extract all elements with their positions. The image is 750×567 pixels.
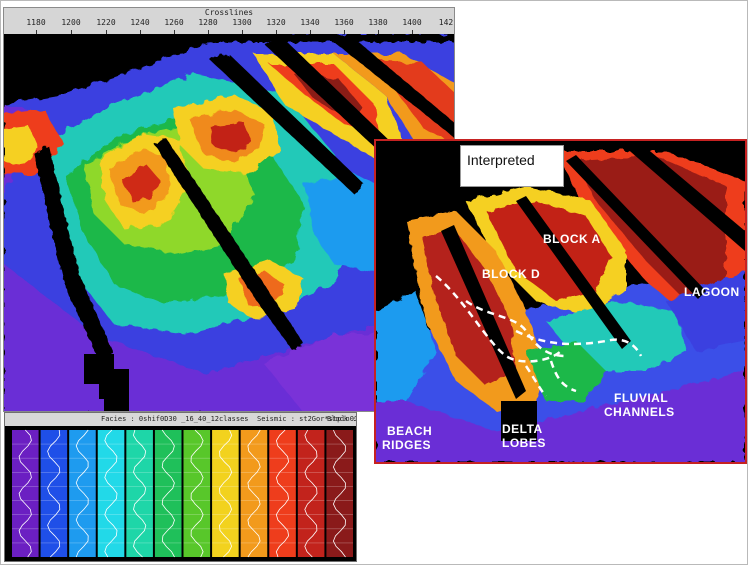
facies-class-strip bbox=[183, 430, 211, 557]
facies-class-strip bbox=[154, 430, 182, 557]
channels-label: CHANNELS bbox=[604, 405, 675, 419]
facies-class-strip bbox=[126, 430, 153, 557]
crossline-tick: 1280 bbox=[198, 18, 218, 27]
interpreted-title: Interpreted bbox=[460, 145, 564, 187]
fluvial-label: FLUVIAL bbox=[614, 391, 669, 405]
crossline-tick: 1400 bbox=[402, 18, 422, 27]
crossline-tick: 1180 bbox=[26, 18, 46, 27]
facies-class-strips bbox=[12, 429, 353, 558]
crossline-tick: 142 bbox=[438, 18, 454, 27]
interpreted-panel bbox=[374, 139, 747, 464]
facies-class-strip bbox=[40, 430, 68, 557]
facies-class-strip bbox=[212, 430, 239, 557]
crossline-tick: 1200 bbox=[61, 18, 81, 27]
crossline-tick: 1220 bbox=[96, 18, 116, 27]
facies-class-strip bbox=[69, 430, 96, 557]
lagoon-label: LAGOON bbox=[684, 285, 740, 299]
crossline-tick: 1320 bbox=[266, 18, 286, 27]
facies-class-strip bbox=[326, 430, 353, 557]
lobes-label: LOBES bbox=[502, 436, 546, 450]
crossline-tick: 1380 bbox=[368, 18, 388, 27]
crossline-axis-bar: Crosslines 1180 1200 1220 1240 1260 1280… bbox=[4, 8, 454, 35]
crossline-tick: 1360 bbox=[334, 18, 354, 27]
crossline-tick: 1300 bbox=[232, 18, 252, 27]
legend-facies-text: Facies : 0shif0D30 _16_40_12classes bbox=[101, 415, 249, 423]
crossline-tick: 1240 bbox=[130, 18, 150, 27]
crossline-tick: 1260 bbox=[164, 18, 184, 27]
crossline-axis-title: Crosslines bbox=[204, 8, 254, 17]
legend-header: Facies : 0shif0D30 _16_40_12classes Seis… bbox=[5, 413, 356, 426]
facies-legend-panel: Facies : 0shif0D30 _16_40_12classes Seis… bbox=[4, 412, 357, 562]
block-a-label: BLOCK A bbox=[543, 232, 601, 246]
interpreted-facies-map bbox=[376, 141, 745, 462]
legend-block-text: Block : Amplitude bbox=[327, 415, 357, 423]
beach-label: BEACH bbox=[387, 424, 433, 438]
block-d-label: BLOCK D bbox=[482, 267, 541, 281]
delta-label: DELTA bbox=[502, 422, 543, 436]
ridges-label: RIDGES bbox=[382, 438, 432, 452]
facies-class-strip bbox=[269, 430, 296, 557]
crossline-tick: 1340 bbox=[300, 18, 320, 27]
